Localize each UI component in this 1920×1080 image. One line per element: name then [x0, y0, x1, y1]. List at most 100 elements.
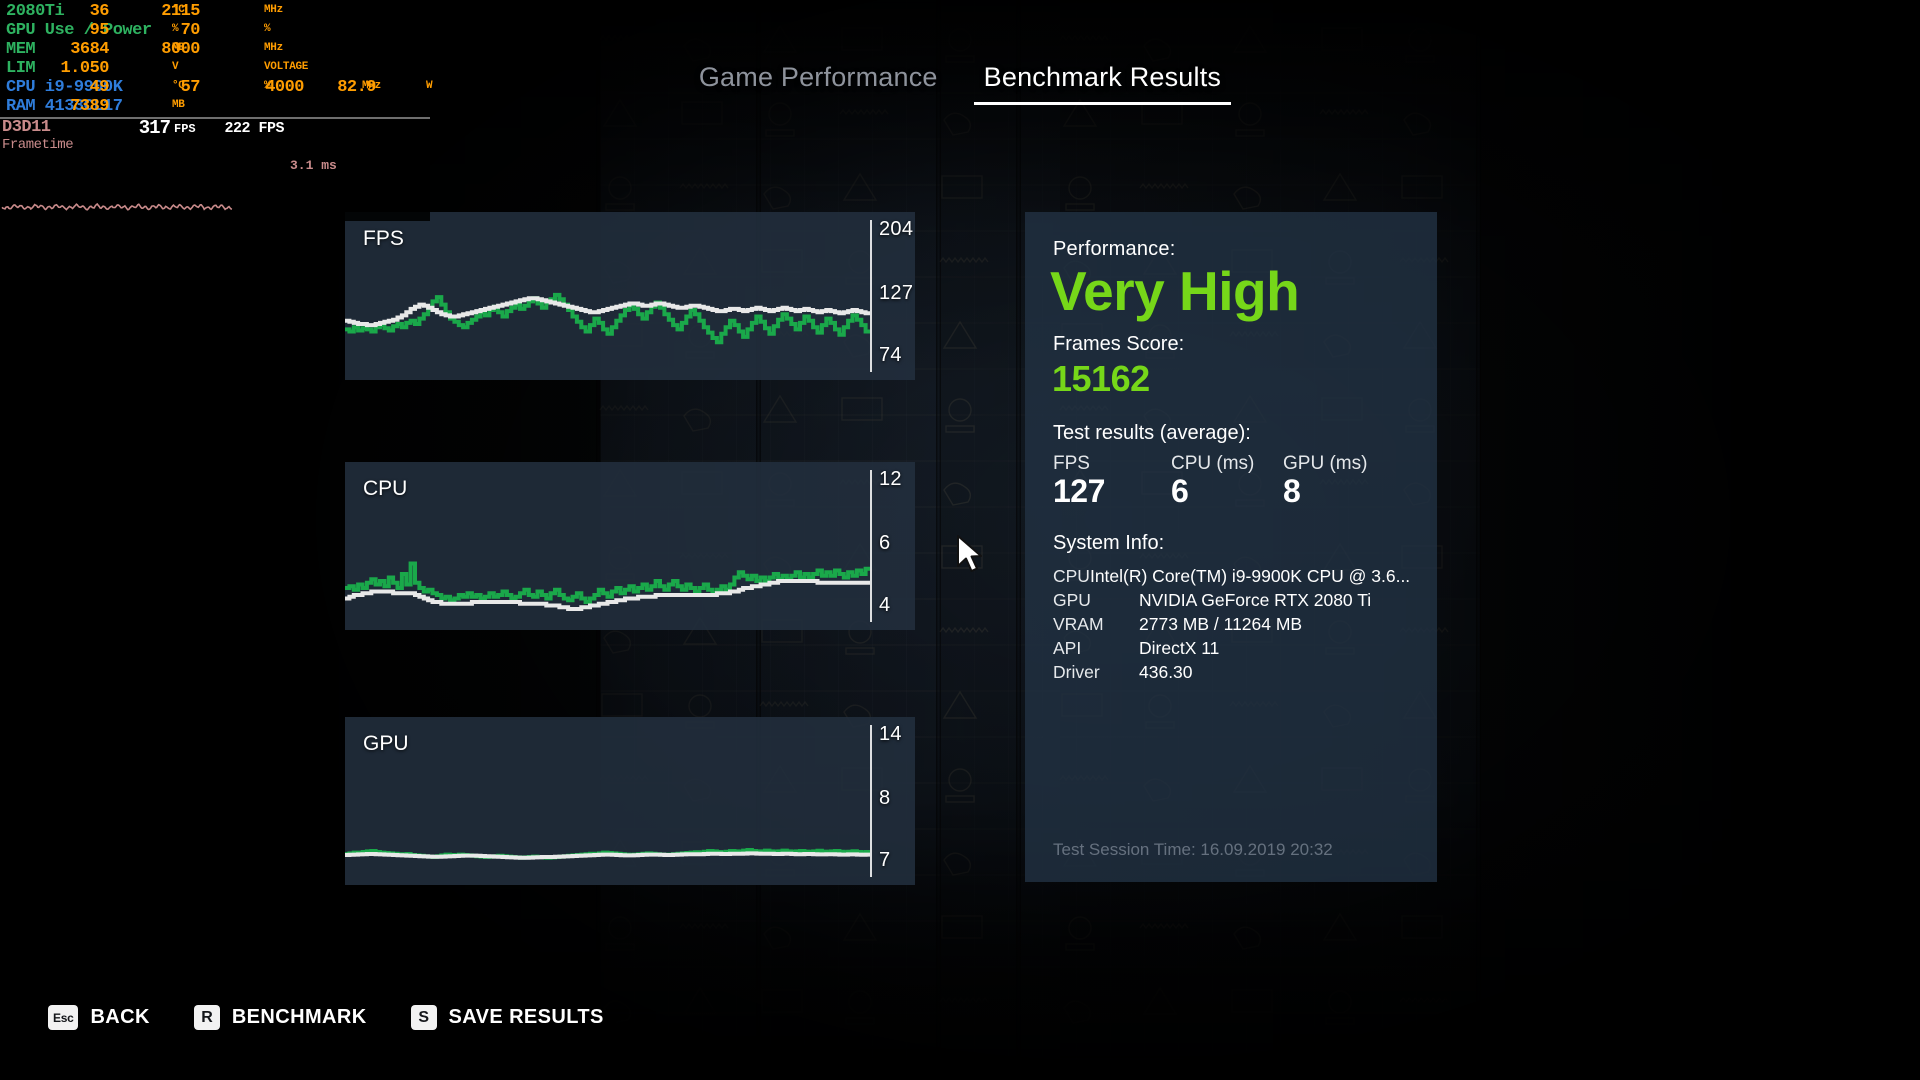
hardware-monitor-overlay: 2080Ti 36 °C 2115 MHz GPU Use / Power 95% 70% ME… — [0, 0, 430, 221]
osd-row: MEM 3684 MB 8000 MHz — [4, 40, 426, 59]
tab-game-performance[interactable]: Game Performance — [689, 62, 948, 105]
system-info-row: API DirectX 11 — [1053, 637, 1409, 661]
axis-tick-max-fps: 204 — [879, 218, 913, 241]
keybind-label: BACK — [90, 1006, 149, 1029]
axis-labels-cpu: 12 6 4 — [879, 462, 915, 630]
frames-score-value: 15162 — [1052, 358, 1409, 400]
graph-panel-gpu: GPU 14 8 7 — [345, 717, 915, 885]
frames-score-label: Frames Score: — [1053, 333, 1409, 356]
osd-row-value: 2115 — [138, 3, 200, 20]
plot-area-cpu — [345, 462, 870, 630]
benchmark-results-panel: Performance: Very High Frames Score: 151… — [1025, 212, 1437, 882]
test-result-column: GPU (ms) 8 — [1283, 453, 1393, 510]
system-info-value: NVIDIA GeForce RTX 2080 Ti — [1139, 589, 1371, 613]
axis-tick-min-cpu: 4 — [879, 594, 890, 617]
test-result-column: CPU (ms) 6 — [1171, 453, 1283, 510]
osd-frametime-label: Frametime — [2, 138, 73, 152]
test-result-value: 6 — [1171, 473, 1283, 510]
axis-labels-fps: 204 127 74 — [879, 212, 915, 380]
osd-row-value: 1.050 — [49, 60, 109, 77]
keybind-bar: Esc BACK R BENCHMARK S SAVE RESULTS — [48, 1005, 604, 1030]
keybind-label: SAVE RESULTS — [449, 1006, 604, 1029]
osd-row-unit: VOLTAGE — [264, 62, 308, 73]
graph-title-gpu: GPU — [363, 732, 409, 756]
keybind-save-results[interactable]: S SAVE RESULTS — [411, 1005, 604, 1030]
plot-area-fps — [345, 212, 870, 380]
osd-row-value: 49 — [49, 79, 109, 96]
keybind-key: S — [411, 1005, 437, 1030]
system-info-label: System Info: — [1053, 532, 1409, 555]
system-info-list: CPU Intel(R) Core(TM) i9-9900K CPU @ 3.6.… — [1053, 565, 1409, 685]
keybind-back[interactable]: Esc BACK — [48, 1005, 150, 1030]
osd-row-value: 36 — [49, 3, 109, 20]
system-info-key: CPU — [1053, 565, 1090, 589]
system-info-value: DirectX 11 — [1139, 637, 1219, 661]
axis-tick-max-cpu: 12 — [879, 468, 902, 491]
osd-hardware-rows: 2080Ti 36 °C 2115 MHz GPU Use / Power 95% 70% ME… — [0, 2, 430, 119]
osd-row-value: 70 — [138, 22, 200, 39]
osd-row-unit: MHz — [264, 5, 283, 16]
keybind-benchmark[interactable]: R BENCHMARK — [194, 1005, 367, 1030]
osd-row-value: 3684 — [49, 41, 109, 58]
test-results-label: Test results (average): — [1053, 422, 1409, 445]
axis-tick-mid-gpu: 8 — [879, 787, 890, 810]
axis-tick-mid-cpu: 6 — [879, 532, 890, 555]
system-info-value: 436.30 — [1139, 661, 1193, 685]
test-result-name: GPU (ms) — [1283, 453, 1393, 475]
test-result-value: 8 — [1283, 473, 1393, 510]
graph-title-cpu: CPU — [363, 477, 407, 501]
performance-label: Performance: — [1053, 238, 1409, 261]
osd-fps-block: D3D11 317 FPS 222 FPS Frametime 3.1 ms — [0, 119, 430, 159]
system-info-key: API — [1053, 637, 1139, 661]
osd-row-unit: W — [426, 81, 432, 92]
system-info-row: GPU NVIDIA GeForce RTX 2080 Ti — [1053, 589, 1409, 613]
system-info-value: 2773 MB / 11264 MB — [1139, 613, 1302, 637]
axis-tick-mid-fps: 127 — [879, 282, 913, 305]
osd-row-value: 57 — [138, 79, 200, 96]
osd-row-value: 82.9 — [328, 79, 376, 96]
osd-row-unit: MB — [172, 100, 185, 111]
graph-panel-cpu: CPU 12 6 4 — [345, 462, 915, 630]
keybind-key: Esc — [48, 1005, 78, 1030]
axis-line-gpu — [870, 725, 872, 877]
axis-labels-gpu: 14 8 7 — [879, 717, 915, 885]
system-info-value: Intel(R) Core(TM) i9-9900K CPU @ 3.6... — [1090, 565, 1410, 589]
osd-row-unit: MHz — [264, 43, 283, 54]
osd-row: LIM 1.050 V VOLTAGE — [4, 59, 426, 78]
test-result-value: 127 — [1053, 473, 1171, 510]
system-info-key: Driver — [1053, 661, 1139, 685]
osd-row: 2080Ti 36 °C 2115 MHz — [4, 2, 426, 21]
test-result-column: FPS 127 — [1053, 453, 1171, 510]
performance-value: Very High — [1050, 263, 1409, 321]
keybind-key: R — [194, 1005, 220, 1030]
axis-tick-min-fps: 74 — [879, 344, 902, 367]
axis-tick-min-gpu: 7 — [879, 849, 890, 872]
osd-row-unit: V — [172, 62, 178, 73]
osd-frametime-graph — [0, 159, 430, 221]
test-result-name: FPS — [1053, 453, 1171, 475]
osd-api-label: D3D11 — [2, 119, 51, 136]
system-info-key: GPU — [1053, 589, 1139, 613]
axis-line-cpu — [870, 470, 872, 622]
osd-fps-average: 222 FPS — [212, 121, 284, 136]
osd-row: CPU i9-9900K 49 °C 57% 4000 MHz 82.9 W — [4, 78, 426, 97]
osd-fps-value: 317 — [118, 119, 170, 138]
osd-row-value: 4000 — [248, 79, 304, 96]
tab-benchmark-results[interactable]: Benchmark Results — [974, 62, 1232, 105]
osd-row: RAM 4133CL17 7389 MB — [4, 97, 426, 116]
test-results-grid: FPS 127 CPU (ms) 6 GPU (ms) 8 — [1053, 453, 1409, 510]
osd-row-label: MEM — [6, 41, 35, 58]
keybind-label: BENCHMARK — [232, 1006, 367, 1029]
system-info-row: Driver 436.30 — [1053, 661, 1409, 685]
graph-title-fps: FPS — [363, 227, 404, 251]
osd-row: GPU Use / Power 95% 70% — [4, 21, 426, 40]
graph-panel-fps: FPS 204 127 74 — [345, 212, 915, 380]
system-info-key: VRAM — [1053, 613, 1139, 637]
test-result-name: CPU (ms) — [1171, 453, 1283, 475]
osd-row-unit: % — [264, 24, 270, 35]
osd-row-label: LIM — [6, 60, 35, 77]
system-info-row: VRAM 2773 MB / 11264 MB — [1053, 613, 1409, 637]
osd-row-value: 95 — [49, 22, 109, 39]
axis-tick-max-gpu: 14 — [879, 723, 902, 746]
osd-row-value: 7389 — [49, 98, 109, 115]
